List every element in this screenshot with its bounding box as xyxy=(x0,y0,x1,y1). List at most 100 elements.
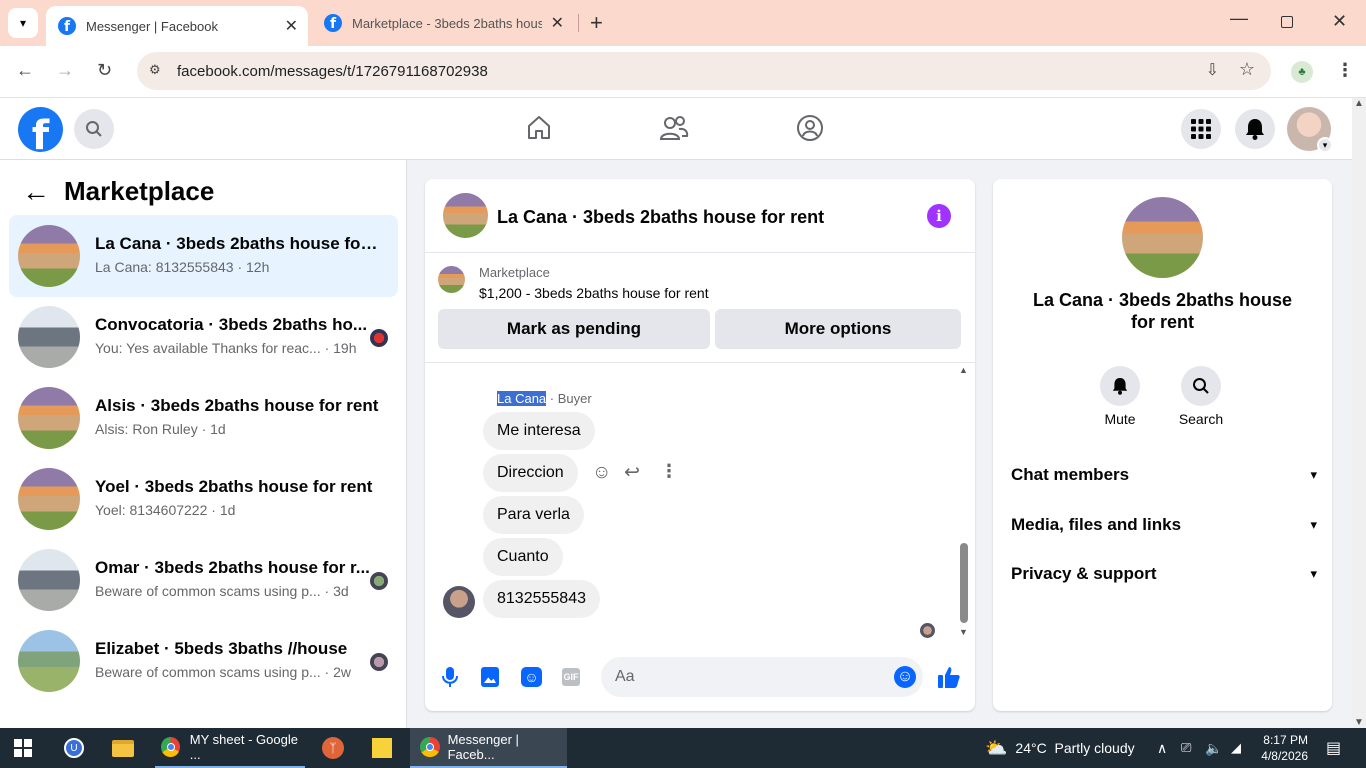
close-tab-icon[interactable]: ✕ xyxy=(551,13,564,33)
file-explorer-icon[interactable] xyxy=(112,728,134,768)
facebook-logo-icon[interactable]: f xyxy=(18,107,63,152)
chat-details-panel: La Cana · 3beds 2baths house for rent Mu… xyxy=(993,179,1332,711)
kebab-menu-icon[interactable]: ⋮ xyxy=(1336,60,1354,81)
start-button[interactable] xyxy=(14,728,32,768)
chat-members-section[interactable]: Chat members ▾ xyxy=(1011,465,1317,485)
section-label: Privacy & support xyxy=(1011,564,1157,583)
friends-nav-icon[interactable] xyxy=(658,112,690,144)
taskbar-app-messenger[interactable]: Messenger | Faceb... xyxy=(410,728,567,768)
listing-thumbnail xyxy=(18,306,80,368)
sticky-notes-icon[interactable] xyxy=(372,728,392,768)
more-options-button[interactable]: More options xyxy=(715,309,961,349)
clock[interactable]: 8:17 PM 4/8/2026 xyxy=(1261,728,1308,768)
conversation-item[interactable]: Yoel · 3beds 2baths house for rent Yoel:… xyxy=(9,458,398,540)
weather-widget[interactable]: ⛅ 24°C Partly cloudy xyxy=(985,728,1135,768)
listing-source: Marketplace xyxy=(479,265,550,280)
listing-title[interactable]: $1,200 - 3beds 2baths house for rent xyxy=(479,285,709,301)
weather-text: 24°C Partly cloudy xyxy=(1015,740,1135,756)
install-app-icon[interactable]: ⇩ xyxy=(1206,60,1219,80)
message-input[interactable]: Aa ☺ xyxy=(601,657,923,697)
close-tab-icon[interactable]: ✕ xyxy=(285,16,298,36)
conversation-item[interactable]: La Cana · 3beds 2baths house for r... La… xyxy=(9,215,398,297)
forward-icon[interactable]: → xyxy=(56,60,74,81)
bell-icon xyxy=(1112,378,1128,395)
address-bar[interactable]: ⚙ facebook.com/messages/t/17267911687029… xyxy=(137,52,1271,90)
emoji-icon[interactable]: ☺ xyxy=(894,666,916,688)
section-label: Chat members xyxy=(1011,465,1130,484)
notifications-button[interactable] xyxy=(1235,109,1275,149)
groups-nav-icon[interactable] xyxy=(794,112,826,144)
conversation-preview: La Cana: 8132555843 · 12h xyxy=(95,259,270,275)
message-bubble[interactable]: Direccion xyxy=(483,454,578,492)
scroll-up-arrow-icon[interactable]: ▲ xyxy=(1354,98,1364,109)
photo-icon[interactable] xyxy=(481,667,499,687)
conversation-preview: Beware of common scams using p... · 2w xyxy=(95,664,351,680)
message-bubble[interactable]: Cuanto xyxy=(483,538,563,576)
like-thumbs-up-icon[interactable] xyxy=(937,665,961,694)
chevron-down-icon: ▾ xyxy=(19,16,27,30)
chevron-down-icon: ▾ xyxy=(1317,137,1333,153)
chat-title[interactable]: La Cana · 3beds 2baths house for rent xyxy=(497,207,824,228)
scroll-down-arrow-icon[interactable]: ▼ xyxy=(1354,717,1364,728)
message-bubble[interactable]: Me interesa xyxy=(483,412,595,450)
react-emoji-icon[interactable]: ☺ xyxy=(592,462,611,484)
reply-icon[interactable]: ↩ xyxy=(624,461,640,484)
close-window-icon[interactable]: ✕ xyxy=(1332,11,1347,32)
account-avatar[interactable]: ▾ xyxy=(1287,107,1333,153)
menu-button[interactable] xyxy=(1181,109,1221,149)
facebook-favicon-icon: f xyxy=(324,14,342,32)
microphone-icon[interactable] xyxy=(441,666,459,693)
back-icon[interactable]: ← xyxy=(16,60,34,81)
scroll-up-arrow-icon[interactable]: ▲ xyxy=(959,365,968,375)
site-info-icon[interactable]: ⚙ xyxy=(149,62,161,78)
sender-avatar xyxy=(443,586,475,618)
search-button[interactable] xyxy=(74,109,114,149)
conversation-item[interactable]: Alsis · 3beds 2baths house for rent Alsi… xyxy=(9,377,398,459)
seen-avatar xyxy=(920,623,935,638)
url-text: facebook.com/messages/t/1726791168702938 xyxy=(177,62,488,80)
section-label: Media, files and links xyxy=(1011,515,1182,534)
tab-marketplace[interactable]: f Marketplace - 3beds 2baths house ✕ xyxy=(312,0,574,46)
conversation-item[interactable]: Elizabet · 5beds 3baths //house Beware o… xyxy=(9,620,398,702)
mute-button[interactable] xyxy=(1100,366,1140,406)
chat-avatar[interactable] xyxy=(443,193,488,238)
chat-scrollbar[interactable]: ▲ ▼ xyxy=(957,365,971,637)
volume-icon[interactable]: 🔈 xyxy=(1205,728,1222,768)
partly-cloudy-icon: ⛅ xyxy=(985,737,1008,758)
taskbar-app-label: MY sheet - Google ... xyxy=(189,732,298,762)
page-scrollbar[interactable]: ▲ ▼ xyxy=(1352,98,1366,728)
tab-search-button[interactable]: ▾ xyxy=(8,8,38,38)
conversation-item[interactable]: Omar · 3beds 2baths house for r... Bewar… xyxy=(9,539,398,621)
search-in-conversation-button[interactable] xyxy=(1181,366,1221,406)
show-hidden-icons-chevron-icon[interactable]: ∧ xyxy=(1157,728,1167,768)
scrollbar-thumb[interactable] xyxy=(960,543,968,623)
sticker-icon[interactable]: ☺ xyxy=(521,667,542,687)
media-files-links-section[interactable]: Media, files and links ▾ xyxy=(1011,515,1317,535)
scroll-down-arrow-icon[interactable]: ▼ xyxy=(959,627,968,637)
message-bubble[interactable]: Para verla xyxy=(483,496,584,534)
network-icon[interactable]: ⎚ xyxy=(1181,728,1191,768)
github-app-icon[interactable]: ᛉ xyxy=(322,728,344,768)
mark-as-pending-button[interactable]: Mark as pending xyxy=(438,309,710,349)
more-actions-icon[interactable]: ⋮ xyxy=(660,461,678,482)
conversation-item[interactable]: Convocatoria · 3beds 2baths ho... You: Y… xyxy=(9,296,398,378)
home-nav-icon[interactable] xyxy=(523,112,555,144)
bookmark-star-icon[interactable]: ☆ xyxy=(1239,59,1255,80)
tab-messenger[interactable]: f Messenger | Facebook ✕ xyxy=(46,6,308,46)
info-icon[interactable]: i xyxy=(927,204,951,228)
shield-app-icon[interactable]: U xyxy=(64,728,84,768)
minimize-icon[interactable]: — xyxy=(1230,8,1248,29)
notification-center-icon[interactable]: ▤ xyxy=(1326,728,1341,768)
reload-icon[interactable]: ↻ xyxy=(97,60,112,81)
listing-thumbnail xyxy=(18,549,80,611)
restore-icon[interactable] xyxy=(1281,16,1293,28)
search-icon xyxy=(86,121,102,137)
back-arrow-icon[interactable]: ← xyxy=(22,176,50,208)
wifi-icon[interactable]: ◢ xyxy=(1231,728,1241,768)
privacy-support-section[interactable]: Privacy & support ▾ xyxy=(1011,564,1317,584)
gif-icon[interactable]: GIF xyxy=(562,668,580,686)
taskbar-app-sheets[interactable]: MY sheet - Google ... xyxy=(155,728,305,768)
new-tab-icon[interactable]: + xyxy=(590,10,603,36)
message-bubble[interactable]: 8132555843 xyxy=(483,580,600,618)
profile-avatar-icon[interactable]: ♣ xyxy=(1291,61,1313,83)
